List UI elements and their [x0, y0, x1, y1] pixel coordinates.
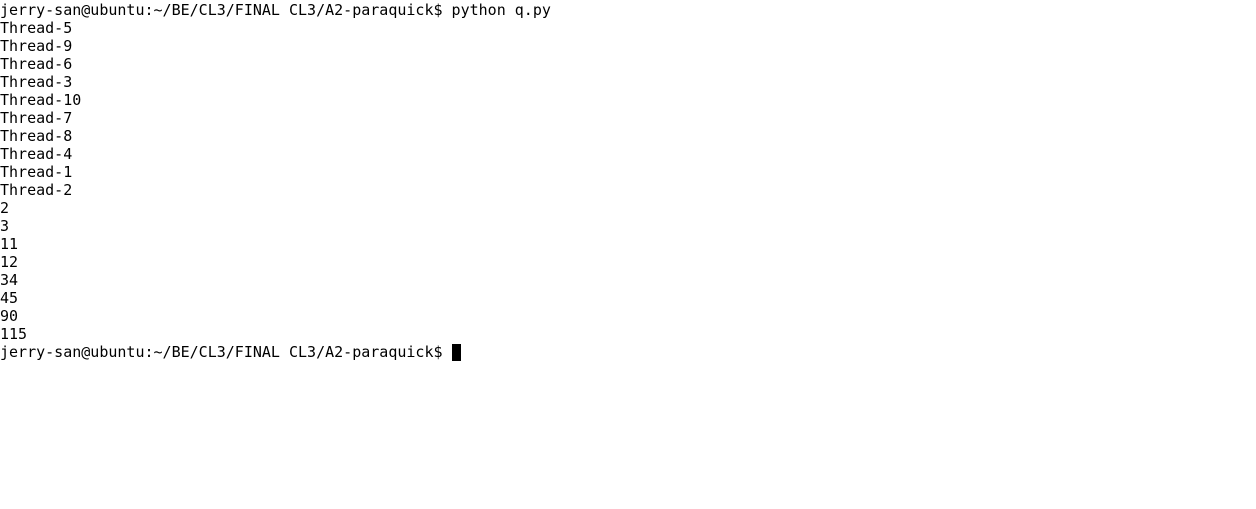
output-line: Thread-3 [0, 73, 73, 91]
output-line: 45 [0, 289, 19, 307]
output-line: Thread-4 [0, 145, 73, 163]
output-line: 3 [0, 217, 10, 235]
output-line: Thread-8 [0, 127, 73, 145]
output-line: 11 [0, 235, 19, 253]
text-cursor[interactable] [451, 344, 461, 361]
output-line: Thread-10 [0, 91, 82, 109]
prompt: jerry-san@ubuntu:~/BE/CL3/FINAL CL3/A2-p… [0, 343, 443, 361]
output-line: Thread-9 [0, 37, 73, 55]
output-line: 90 [0, 307, 19, 325]
terminal-window[interactable]: jerry-san@ubuntu:~/BE/CL3/FINAL CL3/A2-p… [0, 1, 1256, 509]
output-line: Thread-5 [0, 19, 73, 37]
output-line: 12 [0, 253, 19, 271]
output-line: 34 [0, 271, 19, 289]
prompt: jerry-san@ubuntu:~/BE/CL3/FINAL CL3/A2-p… [0, 1, 443, 19]
output-line: Thread-2 [0, 181, 73, 199]
final-prompt-line[interactable]: jerry-san@ubuntu:~/BE/CL3/FINAL CL3/A2-p… [0, 343, 1256, 361]
output-line: Thread-7 [0, 109, 73, 127]
output-line: 2 [0, 199, 10, 217]
output-line: 115 [0, 325, 28, 343]
output-line: Thread-6 [0, 55, 73, 73]
command-line: jerry-san@ubuntu:~/BE/CL3/FINAL CL3/A2-p… [0, 1, 1256, 19]
command-text: python q.py [451, 1, 551, 19]
output-line: Thread-1 [0, 163, 73, 181]
